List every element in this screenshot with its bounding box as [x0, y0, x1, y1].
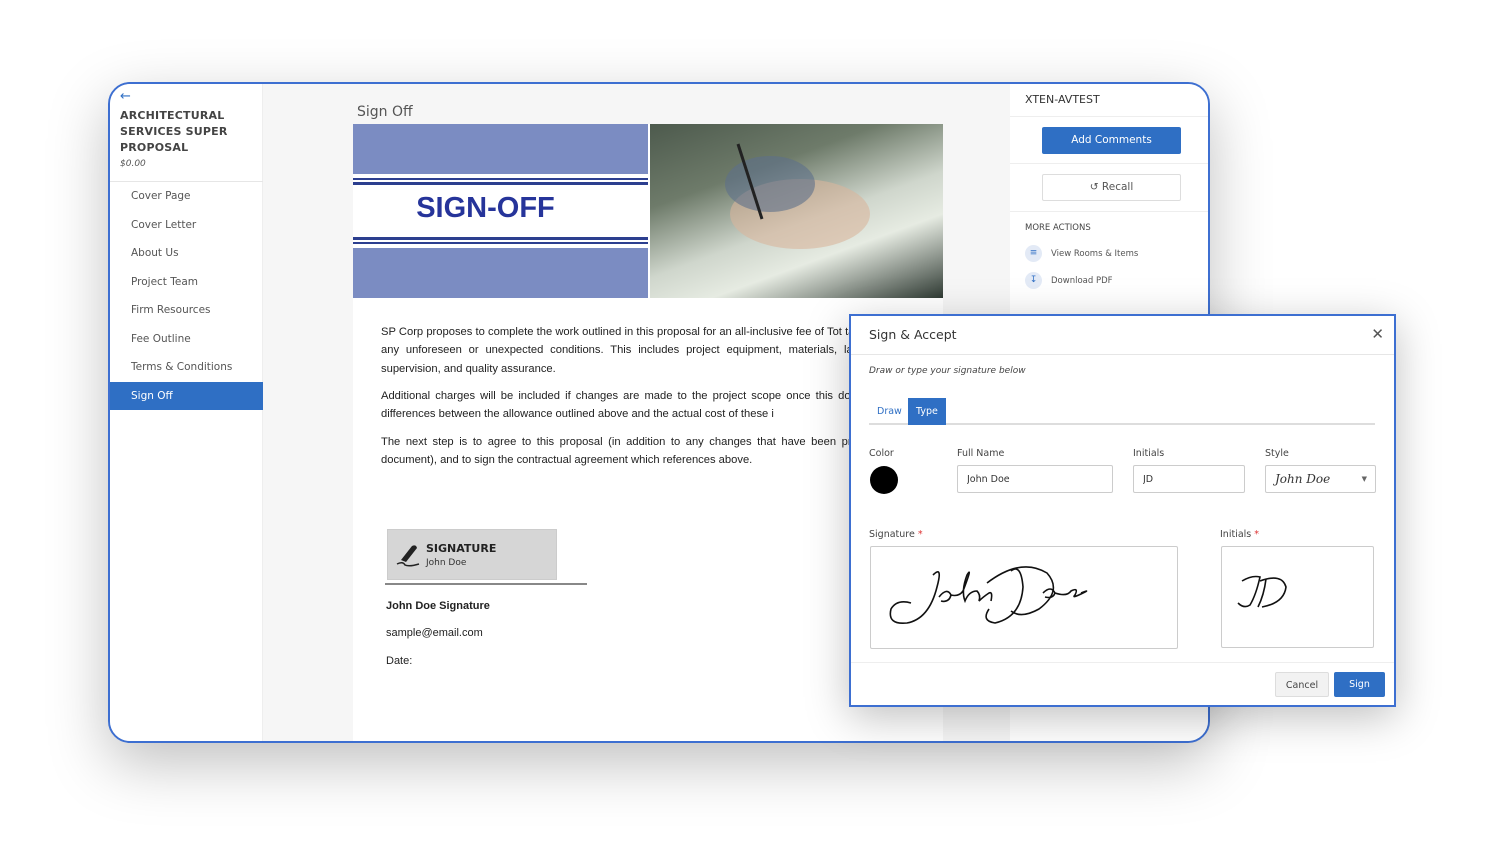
tab-type[interactable]: Type	[908, 398, 946, 425]
full-name-label: Full Name	[957, 448, 1005, 459]
banner-line	[353, 242, 648, 244]
initials-input[interactable]	[1133, 465, 1245, 493]
sign-accept-modal: Sign & Accept ✕ Draw or type your signat…	[849, 314, 1396, 707]
sign-off-banner: SIGN-OFF	[353, 124, 648, 298]
modal-subtitle: Draw or type your signature below	[869, 366, 1026, 376]
section-title: Sign Off	[357, 104, 413, 120]
cancel-button[interactable]: Cancel	[1275, 672, 1329, 697]
full-name-input[interactable]	[957, 465, 1113, 493]
initials-pad[interactable]	[1221, 546, 1374, 648]
signer-email: sample@email.com	[386, 627, 483, 639]
pen-signature-icon	[396, 545, 420, 567]
view-rooms-items-action[interactable]: ≡ View Rooms & Items	[1025, 245, 1138, 262]
arrow-left-icon[interactable]: ←	[120, 89, 131, 104]
required-mark: *	[1254, 529, 1260, 540]
divider	[851, 662, 1394, 663]
signing-photo	[650, 124, 943, 298]
sidebar: ← ARCHITECTURAL SERVICES SUPER PROPOSAL …	[110, 84, 263, 741]
sidebar-item-cover-letter[interactable]: Cover Letter	[110, 211, 263, 240]
banner-band	[353, 248, 648, 298]
banner-title: SIGN-OFF	[416, 192, 555, 224]
initials-pad-label-text: Initials	[1220, 529, 1252, 540]
signer-name: John Doe Signature	[386, 600, 490, 612]
sidebar-item-terms[interactable]: Terms & Conditions	[110, 353, 263, 382]
signature-name: John Doe	[426, 558, 467, 568]
divider	[1010, 211, 1208, 212]
initials-label: Initials	[1133, 448, 1165, 459]
signature-drawing	[889, 566, 1088, 625]
sidebar-item-fee-outline[interactable]: Fee Outline	[110, 325, 263, 354]
hand-writing-image	[725, 143, 870, 249]
banner-line	[353, 237, 648, 240]
sidebar-item-cover-page[interactable]: Cover Page	[110, 182, 263, 211]
style-value: John Doe	[1275, 472, 1331, 486]
style-select[interactable]: John Doe ▼	[1265, 465, 1376, 493]
sidebar-nav: Cover Page Cover Letter About Us Project…	[110, 182, 263, 410]
close-icon[interactable]: ✕	[1371, 325, 1384, 343]
proposal-price: $0.00	[120, 159, 146, 169]
sidebar-item-about-us[interactable]: About Us	[110, 239, 263, 268]
style-label: Style	[1265, 448, 1289, 459]
color-label: Color	[869, 448, 894, 459]
signature-button[interactable]: SIGNATURE John Doe	[387, 529, 557, 580]
banner-line	[353, 182, 648, 185]
signature-tabs: Draw Type	[869, 398, 1375, 425]
tab-draw[interactable]: Draw	[869, 398, 910, 425]
signature-label: Signature *	[869, 529, 923, 540]
account-name: XTEN-AVTEST	[1025, 93, 1100, 106]
more-actions-heading: MORE ACTIONS	[1025, 223, 1091, 233]
signature-label: SIGNATURE	[426, 542, 497, 555]
divider	[1010, 163, 1208, 164]
undo-icon: ↺	[1089, 181, 1099, 193]
download-icon: ↧	[1025, 272, 1042, 289]
signature-pad[interactable]	[870, 546, 1178, 649]
recall-label: Recall	[1101, 181, 1134, 193]
action-label: Download PDF	[1051, 275, 1113, 286]
required-mark: *	[917, 529, 923, 540]
add-comments-button[interactable]: Add Comments	[1042, 127, 1181, 154]
banner-line	[353, 178, 648, 180]
sidebar-item-sign-off[interactable]: Sign Off	[110, 381, 263, 410]
signature-label-text: Signature	[869, 529, 915, 540]
sidebar-item-firm-resources[interactable]: Firm Resources	[110, 296, 263, 325]
color-swatch[interactable]	[870, 466, 898, 494]
download-pdf-action[interactable]: ↧ Download PDF	[1025, 272, 1113, 289]
signature-line	[385, 583, 587, 585]
recall-button[interactable]: ↺ Recall	[1042, 174, 1181, 201]
chevron-down-icon: ▼	[1361, 475, 1367, 483]
modal-title: Sign & Accept	[869, 327, 957, 342]
initials-pad-label: Initials *	[1220, 529, 1259, 540]
divider	[1010, 116, 1208, 117]
proposal-title: ARCHITECTURAL SERVICES SUPER PROPOSAL	[120, 109, 228, 154]
divider	[851, 354, 1394, 355]
date-label: Date:	[386, 655, 413, 667]
initials-drawing	[1237, 575, 1287, 608]
action-label: View Rooms & Items	[1051, 248, 1139, 259]
banner-band	[353, 124, 648, 174]
sign-button[interactable]: Sign	[1334, 672, 1385, 697]
sliders-icon: ≡	[1025, 245, 1042, 262]
sidebar-item-project-team[interactable]: Project Team	[110, 268, 263, 297]
